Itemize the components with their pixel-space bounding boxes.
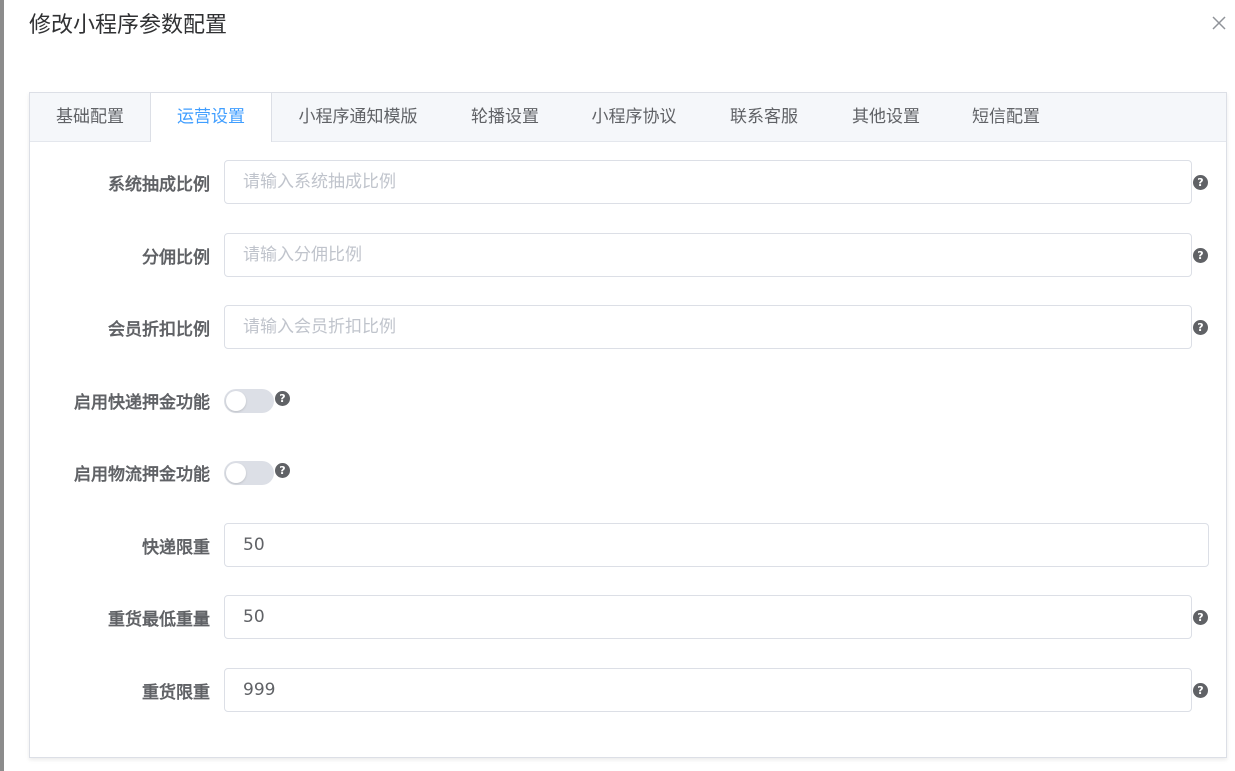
switch-knob	[226, 391, 246, 411]
tab-sms[interactable]: 短信配置	[946, 93, 1066, 141]
member-discount-label: 会员折扣比例	[108, 320, 210, 340]
commission-rate-input[interactable]	[224, 160, 1192, 204]
dialog-title: 修改小程序参数配置	[29, 13, 228, 38]
question-circle-icon[interactable]: ?	[1193, 175, 1208, 190]
tab-customer-service[interactable]: 联系客服	[702, 93, 826, 141]
heavy-min-weight-input[interactable]	[224, 595, 1192, 639]
heavy-limit-input[interactable]	[224, 668, 1192, 712]
tab-carousel[interactable]: 轮播设置	[444, 93, 566, 141]
logistics-deposit-switch[interactable]	[224, 461, 274, 485]
tab-bar: 基础配置 运营设置 小程序通知模版 轮播设置 小程序协议 联系客服 其他设置 短…	[30, 93, 1226, 142]
tab-other[interactable]: 其他设置	[826, 93, 946, 141]
distribution-rate-input[interactable]	[224, 233, 1192, 277]
express-limit-label: 快递限重	[142, 538, 210, 558]
tab-agreement[interactable]: 小程序协议	[566, 93, 702, 141]
tab-notification-templates[interactable]: 小程序通知模版	[272, 93, 444, 141]
question-circle-icon[interactable]: ?	[1193, 320, 1208, 335]
question-circle-icon[interactable]: ?	[275, 463, 290, 478]
close-icon[interactable]	[1208, 12, 1230, 34]
tab-operations[interactable]: 运营设置	[150, 93, 272, 142]
member-discount-input[interactable]	[224, 305, 1192, 349]
heavy-limit-label: 重货限重	[142, 683, 210, 703]
distribution-rate-label: 分佣比例	[142, 248, 210, 268]
logistics-deposit-label: 启用物流押金功能	[74, 465, 210, 485]
question-circle-icon[interactable]: ?	[1193, 610, 1208, 625]
question-circle-icon[interactable]: ?	[275, 391, 290, 406]
express-limit-input[interactable]	[224, 523, 1209, 567]
tab-basic[interactable]: 基础配置	[30, 93, 150, 141]
question-circle-icon[interactable]: ?	[1193, 683, 1208, 698]
switch-knob	[226, 463, 246, 483]
express-deposit-switch[interactable]	[224, 389, 274, 413]
question-circle-icon[interactable]: ?	[1193, 248, 1208, 263]
commission-rate-label: 系统抽成比例	[108, 175, 210, 195]
heavy-min-weight-label: 重货最低重量	[108, 610, 210, 630]
express-deposit-label: 启用快递押金功能	[74, 393, 210, 413]
window-edge	[0, 0, 4, 771]
